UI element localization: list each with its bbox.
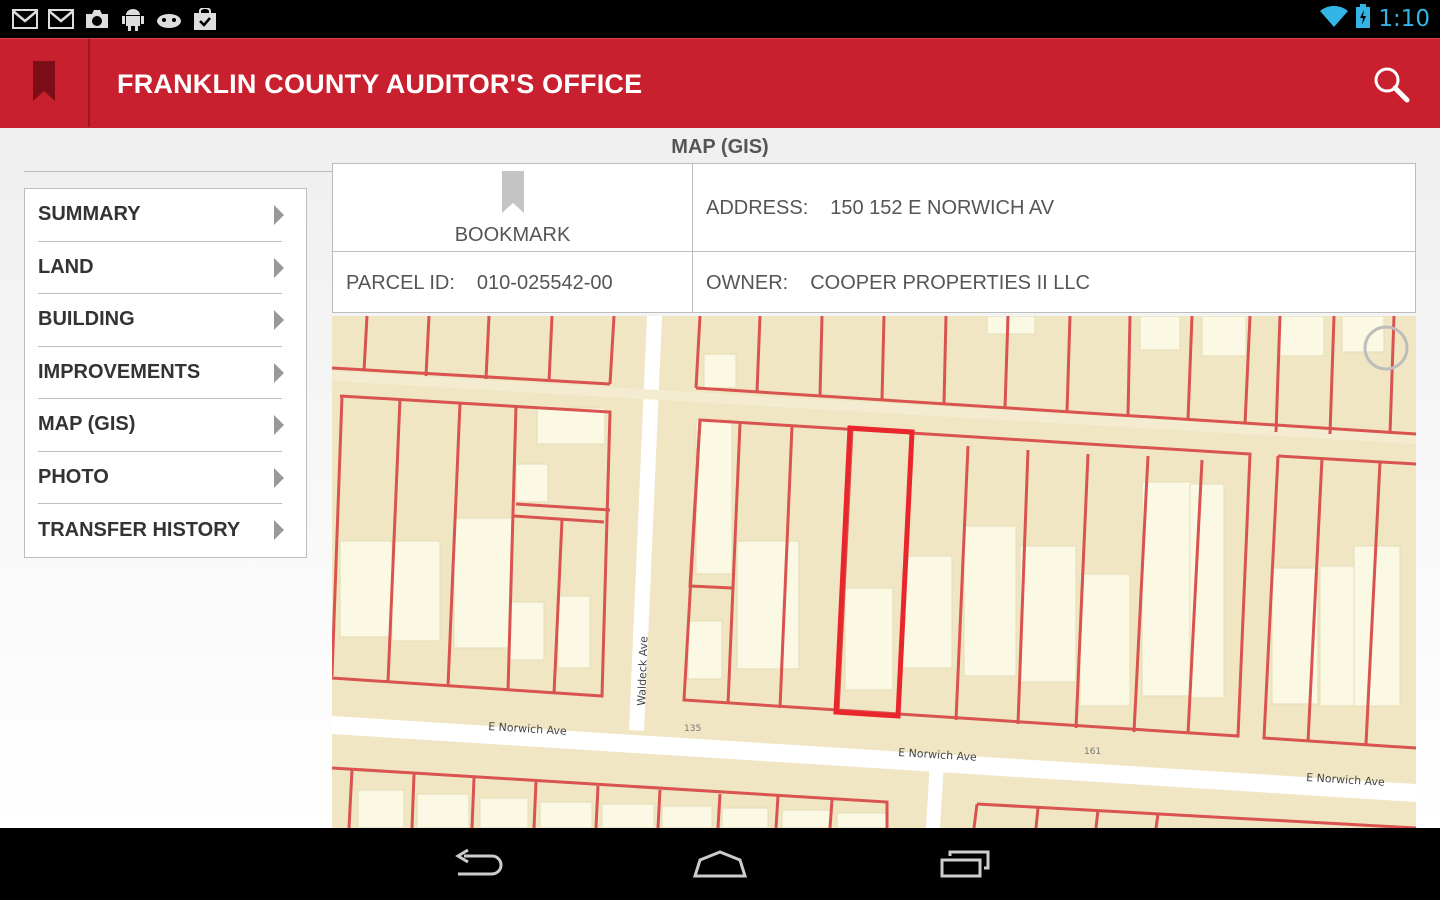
owner-value: COOPER PROPERTIES II LLC: [810, 272, 1090, 294]
search-button[interactable]: [1372, 65, 1412, 105]
section-menu: SUMMARY LAND BUILDING IMPROVEMENTS MAP (…: [24, 188, 307, 558]
chevron-right-icon: [274, 467, 284, 488]
chevron-right-icon: [274, 520, 284, 540]
gis-map[interactable]: E Norwich Ave E Norwich Ave E Norwich Av…: [332, 316, 1416, 828]
android-icon: [120, 6, 146, 32]
owner-label: OWNER:: [706, 272, 789, 294]
menu-item-label: PHOTO: [38, 465, 109, 488]
menu-item-photo[interactable]: PHOTO: [38, 452, 284, 504]
parcel-info-table: BOOKMARK ADDRESS: 150 152 E NORWICH AV PA…: [332, 163, 1416, 313]
recent-apps-button[interactable]: [936, 846, 996, 882]
chevron-right-icon: [274, 310, 284, 330]
owner-row: OWNER: COOPER PROPERTIES II LLC: [706, 272, 1090, 295]
menu-item-label: MAP (GIS): [38, 413, 136, 436]
menu-item-label: SUMMARY: [38, 203, 141, 226]
shopping-bag-icon: [192, 6, 218, 32]
notification-icons: [12, 6, 218, 32]
chevron-right-icon: [274, 205, 284, 225]
home-icon: [690, 850, 750, 886]
back-button[interactable]: [448, 846, 508, 882]
bookmark-icon: [33, 60, 55, 106]
app-header: FRANKLIN COUNTY AUDITOR'S OFFICE: [0, 38, 1440, 128]
search-icon: [1372, 67, 1412, 109]
address-value: 150 152 E NORWICH AV: [830, 197, 1055, 219]
map-canvas[interactable]: E Norwich Ave E Norwich Ave E Norwich Av…: [332, 316, 1416, 828]
bookmark-icon: [502, 171, 524, 218]
system-nav-bar: [0, 828, 1440, 900]
chevron-right-icon: [274, 415, 284, 435]
home-button[interactable]: [690, 846, 750, 882]
parcel-id-label: PARCEL ID:: [346, 272, 455, 294]
battery-charging-icon: [1356, 4, 1371, 33]
parcel-id-value: 010-025542-00: [476, 272, 613, 294]
menu-item-label: TRANSFER HISTORY: [38, 518, 241, 541]
street-label: Waldeck Ave: [635, 636, 650, 706]
bookmarks-button[interactable]: [0, 39, 90, 127]
address-row: ADDRESS: 150 152 E NORWICH AV: [706, 197, 1054, 220]
menu-item-improvements[interactable]: IMPROVEMENTS: [38, 347, 284, 399]
content-area: MAP (GIS) SUMMARY LAND BUILDING IMPROVEM…: [0, 128, 1440, 828]
app-title: FRANKLIN COUNTY AUDITOR'S OFFICE: [117, 69, 643, 99]
menu-item-map-gis[interactable]: MAP (GIS): [38, 399, 284, 452]
chevron-right-icon: [274, 257, 284, 278]
menu-item-building[interactable]: BUILDING: [38, 294, 284, 347]
gmail-icon: [12, 6, 38, 32]
bookmark-button[interactable]: BOOKMARK: [333, 164, 692, 251]
address-label: ADDRESS:: [706, 197, 809, 219]
menu-item-transfer-history[interactable]: TRANSFER HISTORY: [38, 504, 284, 557]
house-number: 161: [1084, 747, 1101, 757]
gmail-icon: [48, 6, 74, 32]
recent-apps-icon: [936, 850, 996, 886]
menu-item-summary[interactable]: SUMMARY: [38, 189, 284, 242]
menu-item-label: IMPROVEMENTS: [38, 360, 201, 383]
android-game-icon: [156, 6, 182, 32]
house-number: 135: [684, 724, 701, 734]
menu-item-label: BUILDING: [38, 308, 135, 331]
chevron-right-icon: [274, 362, 284, 383]
bookmark-label: BOOKMARK: [454, 224, 571, 246]
clock: 1:10: [1378, 5, 1430, 32]
wifi-icon: [1320, 5, 1349, 32]
back-icon: [448, 848, 508, 886]
camera-icon: [84, 6, 110, 32]
status-bar: 1:10: [0, 0, 1440, 38]
menu-item-label: LAND: [38, 255, 94, 278]
menu-item-land[interactable]: LAND: [38, 242, 284, 294]
parcel-id-row: PARCEL ID: 010-025542-00: [346, 272, 613, 295]
